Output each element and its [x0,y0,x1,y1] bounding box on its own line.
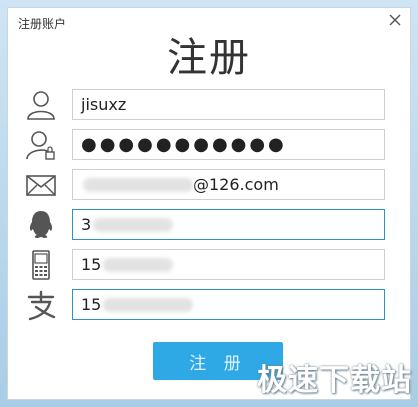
email-value: @126.com [193,175,279,194]
email-input[interactable]: @126.com [72,169,385,200]
envelope-icon [23,167,59,203]
phone-input[interactable]: 15 [72,249,385,280]
qq-value: 3 [81,215,92,234]
qq-icon [23,207,59,243]
watermark-logo: 极速下载站 [257,363,412,398]
alipay-icon [23,287,59,323]
user-icon [23,87,59,123]
alipay-redacted [103,297,194,312]
qq-redacted [93,217,174,232]
phone-redacted [103,257,174,272]
password-input[interactable]: ●●●●●●●●●●● [72,129,385,160]
phone-value: 15 [81,255,102,274]
user-lock-icon [23,127,59,163]
username-input[interactable]: jisuxz [72,89,385,120]
password-value: ●●●●●●●●●●● [81,134,287,155]
username-value: jisuxz [81,95,127,114]
page-title: 注册 [167,35,251,81]
alipay-value: 15 [81,295,102,314]
email-redacted [83,177,193,192]
qq-input[interactable]: 3 [72,209,385,240]
register-dialog: 注册账户 注册 jisuxz ●●●●●●●●●●● @126.com 3 15… [7,7,411,400]
alipay-input[interactable]: 15 [72,289,385,320]
phone-icon [23,247,59,283]
